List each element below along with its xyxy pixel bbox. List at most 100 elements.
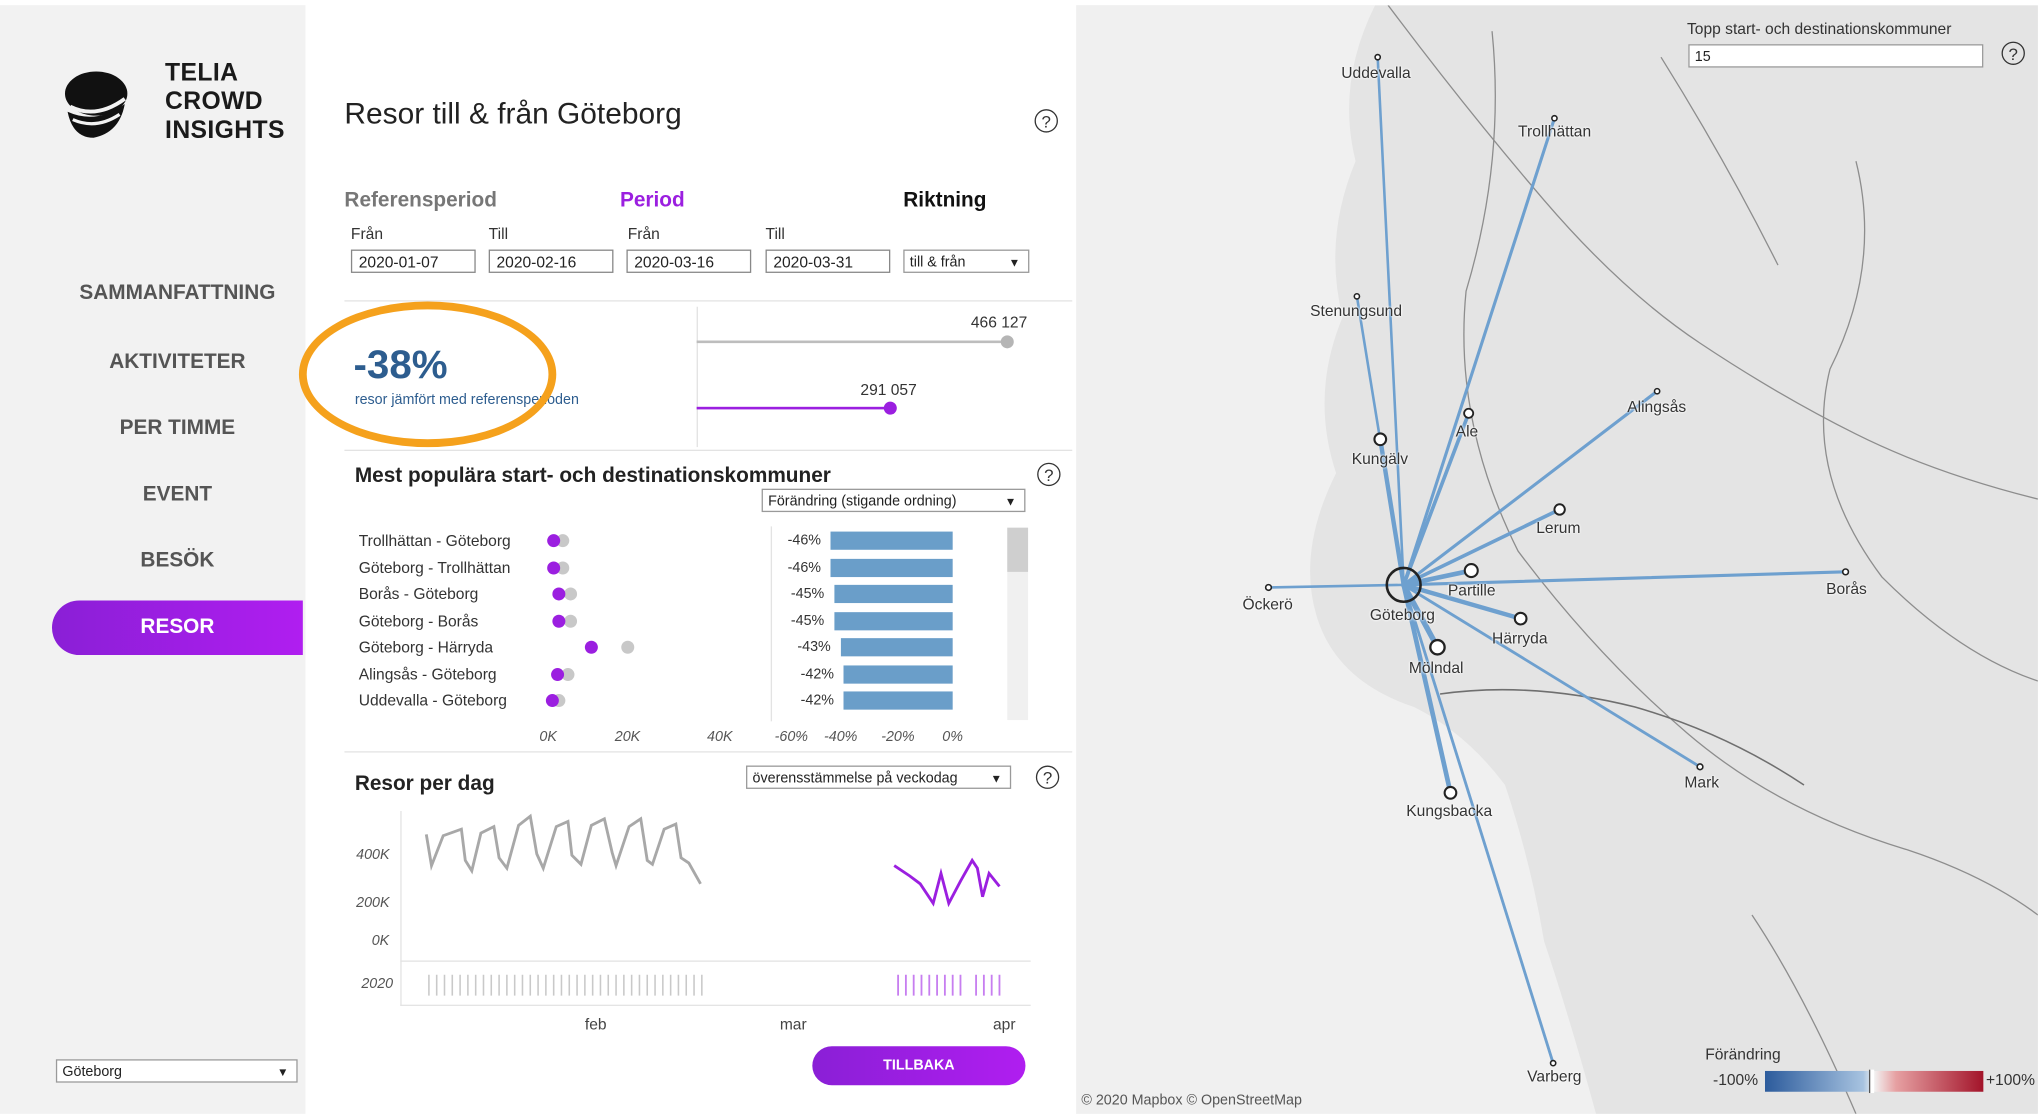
reference-period-title: Referensperiod bbox=[344, 189, 497, 212]
map-label-goteborg: Göteborg bbox=[1369, 605, 1435, 624]
popular-title: Mest populära start- och destinationskom… bbox=[354, 465, 831, 488]
chevron-down-icon: ▼ bbox=[1004, 495, 1017, 509]
change-value: -43% bbox=[797, 639, 831, 656]
change-bar bbox=[843, 664, 953, 683]
legend-title: Förändring bbox=[1705, 1044, 1781, 1064]
divider bbox=[400, 1004, 1031, 1006]
chevron-down-icon: ▼ bbox=[1008, 256, 1021, 270]
sidebar: TELIA CROWD INSIGHTS SAMMANFATTNING AKTI… bbox=[0, 5, 306, 1114]
back-button[interactable]: TILLBAKA bbox=[812, 1046, 1026, 1086]
map-label-ockero: Öckerö bbox=[1242, 595, 1293, 614]
map-label-partille: Partille bbox=[1447, 580, 1496, 600]
telia-logo-icon bbox=[64, 71, 128, 138]
highlight-circle bbox=[298, 301, 557, 448]
region-select[interactable]: Göteborg ▼ bbox=[55, 1059, 298, 1083]
direction-title: Riktning bbox=[903, 189, 987, 212]
ref-to-label: Till bbox=[488, 224, 509, 244]
nav-item-sammanfattning[interactable]: SAMMANFATTNING bbox=[52, 266, 303, 321]
help-icon[interactable]: ? bbox=[2001, 41, 2025, 65]
direction-select-value: till & från bbox=[909, 254, 966, 271]
nav-item-event[interactable]: EVENT bbox=[52, 468, 303, 523]
ref-from-label: Från bbox=[350, 224, 384, 244]
help-icon[interactable]: ? bbox=[1034, 109, 1058, 133]
brand-line-2: CROWD bbox=[165, 88, 264, 116]
compare-select-value: överensstämmelse på veckodag bbox=[752, 770, 958, 787]
period-dot bbox=[547, 560, 561, 574]
row-label: Alingsås - Göteborg bbox=[358, 664, 497, 683]
divider bbox=[770, 526, 773, 722]
nav-item-aktiviteter[interactable]: AKTIVITETER bbox=[52, 335, 303, 390]
scrollbar[interactable] bbox=[1007, 527, 1029, 721]
period-dot bbox=[551, 667, 565, 681]
change-bar bbox=[830, 531, 953, 550]
nav-item-resor[interactable]: RESOR bbox=[51, 600, 303, 656]
chevron-down-icon: ▼ bbox=[276, 1065, 289, 1079]
brand-line-3: INSIGHTS bbox=[165, 116, 285, 145]
change-bar bbox=[840, 638, 953, 657]
legend-marker bbox=[1868, 1069, 1875, 1094]
reference-dot bbox=[621, 640, 635, 654]
dot-axis-tick: 0K bbox=[539, 729, 557, 745]
change-bar bbox=[833, 611, 953, 630]
divider bbox=[344, 449, 1073, 451]
divider bbox=[344, 751, 1073, 753]
map-label-alingsas: Alingsås bbox=[1627, 397, 1687, 416]
map-label-lerum: Lerum bbox=[1536, 518, 1581, 537]
help-icon[interactable]: ? bbox=[1037, 462, 1061, 487]
map-label-kungsbacka: Kungsbacka bbox=[1406, 801, 1493, 821]
nav-item-besok[interactable]: BESÖK bbox=[52, 534, 303, 589]
map-label-stenungsund: Stenungsund bbox=[1310, 301, 1403, 320]
period-title: Period bbox=[619, 189, 685, 212]
daily-line-chart bbox=[424, 813, 1001, 996]
bar-axis-tick: -60% bbox=[774, 729, 809, 745]
brand-name: TELIA CROWD INSIGHTS bbox=[165, 60, 285, 146]
map-label-mark: Mark bbox=[1684, 773, 1720, 792]
map-label-kungalv: Kungälv bbox=[1351, 449, 1409, 468]
sort-select[interactable]: Förändring (stigande ordning) ▼ bbox=[761, 488, 1026, 513]
period-day-ticks bbox=[897, 974, 1001, 996]
period-dot bbox=[552, 587, 566, 601]
change-value: -42% bbox=[800, 666, 835, 682]
scrollbar-thumb[interactable] bbox=[1007, 527, 1029, 572]
ref-to-input[interactable]: 2020-02-16 bbox=[488, 249, 614, 273]
map-label-trollhattan: Trollhättan bbox=[1518, 122, 1592, 141]
x-axis-tick: feb bbox=[584, 1015, 607, 1034]
dot-axis-tick: 20K bbox=[614, 729, 641, 745]
row-label: Borås - Göteborg bbox=[358, 584, 479, 604]
chevron-down-icon: ▼ bbox=[990, 772, 1003, 786]
brand-line-1: TELIA bbox=[165, 59, 239, 88]
period-to-input[interactable]: 2020-03-31 bbox=[765, 249, 891, 273]
x-axis-tick: apr bbox=[992, 1015, 1016, 1034]
map-label-ale: Ale bbox=[1455, 422, 1479, 441]
period-bar bbox=[696, 406, 891, 410]
period-to-label: Till bbox=[765, 224, 785, 244]
change-value: -45% bbox=[790, 612, 825, 629]
change-value: -46% bbox=[787, 532, 822, 549]
period-from-input[interactable]: 2020-03-16 bbox=[626, 249, 752, 273]
period-from-label: Från bbox=[627, 224, 660, 244]
direction-select[interactable]: till & från ▼ bbox=[903, 249, 1030, 273]
map[interactable]: Uddevalla Trollhättan Stenungsund Alings… bbox=[1076, 5, 2038, 1114]
map-label-harryda: Härryda bbox=[1492, 629, 1548, 648]
y-axis-tick: 400K bbox=[356, 847, 390, 864]
ref-from-input[interactable]: 2020-01-07 bbox=[350, 249, 476, 273]
help-icon[interactable]: ? bbox=[1035, 765, 1060, 789]
bar-axis-tick: -20% bbox=[881, 729, 915, 745]
y-axis-tick: 200K bbox=[356, 895, 390, 912]
x-axis-tick: mar bbox=[779, 1015, 807, 1034]
dot-axis-tick: 40K bbox=[707, 729, 733, 745]
period-daily-line bbox=[893, 857, 1001, 908]
page-title: Resor till & från Göteborg bbox=[344, 96, 682, 130]
legend-max: +100% bbox=[1985, 1070, 2035, 1090]
top-count-label: Topp start- och destinationskommuner bbox=[1687, 19, 1952, 38]
change-value: -45% bbox=[790, 586, 825, 602]
divider bbox=[344, 300, 1073, 302]
map-label-molndal: Mölndal bbox=[1408, 658, 1464, 678]
compare-select[interactable]: överensstämmelse på veckodag ▼ bbox=[746, 765, 1012, 789]
top-count-input[interactable]: 15 bbox=[1688, 44, 1984, 68]
nav-item-per-timme[interactable]: PER TIMME bbox=[52, 402, 303, 457]
row-label: Göteborg - Borås bbox=[358, 611, 479, 630]
reference-dot bbox=[564, 587, 578, 601]
daily-title: Resor per dag bbox=[354, 773, 495, 796]
period-dot bbox=[545, 694, 559, 708]
